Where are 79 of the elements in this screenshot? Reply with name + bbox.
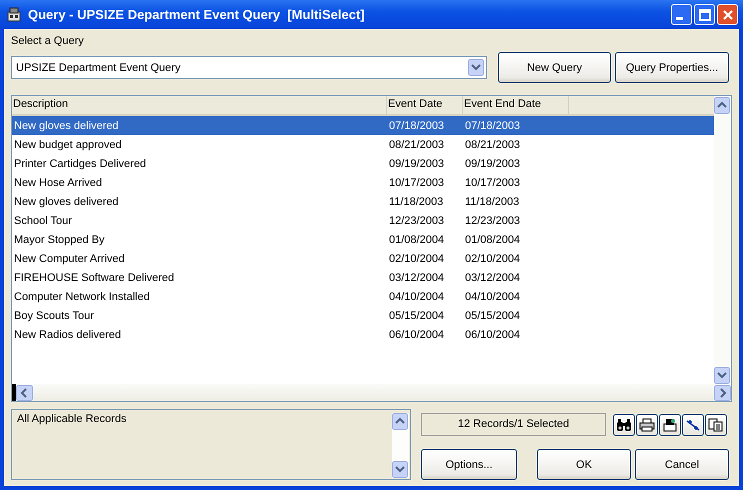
table-cell-text: 09/19/2003 bbox=[464, 158, 522, 170]
query-properties-button[interactable]: Query Properties... bbox=[615, 52, 729, 83]
table-cell-text: FIREHOUSE Software Delivered bbox=[13, 272, 176, 284]
column-header[interactable]: Event End Date bbox=[463, 96, 569, 114]
table-row[interactable]: Computer Network Installed 04/10/2004 04/10/2004 bbox=[12, 287, 714, 306]
field-label: Select a Query bbox=[11, 35, 85, 49]
table-row[interactable]: Mayor Stopped By 01/08/2004 01/08/2004 bbox=[12, 230, 714, 249]
table-cell-text: 02/10/2004 bbox=[464, 252, 522, 264]
table-cell-text: 09/19/2003 bbox=[388, 158, 446, 170]
table-cell-text: 08/21/2003 bbox=[388, 138, 446, 150]
table-cell-text: 03/12/2004 bbox=[464, 272, 522, 284]
close-button[interactable] bbox=[717, 4, 738, 25]
table-cell-text: 10/17/2003 bbox=[388, 176, 446, 188]
vertical-scrollbar[interactable] bbox=[714, 96, 731, 384]
table-cell-text: 06/10/2004 bbox=[388, 328, 446, 340]
table-cell-text: 12/23/2003 bbox=[464, 214, 522, 226]
record-count-status: 12 Records/1 Selected bbox=[421, 413, 606, 436]
query-dropdown[interactable]: UPSIZE Department Event Query bbox=[11, 56, 487, 79]
table-cell-text: 04/10/2004 bbox=[388, 290, 446, 302]
scroll-left-icon[interactable] bbox=[16, 384, 33, 400]
table-cell-text: 06/10/2004 bbox=[464, 328, 522, 340]
table-cell-text: New gloves delivered bbox=[13, 120, 120, 132]
table-cell-text: Mayor Stopped By bbox=[13, 234, 106, 246]
table-cell-text: New budget approved bbox=[13, 138, 123, 150]
table-row[interactable]: New budget approved 08/21/2003 08/21/2003 bbox=[12, 135, 714, 154]
copy-icon[interactable] bbox=[705, 414, 727, 436]
horizontal-scrollbar[interactable] bbox=[12, 384, 731, 401]
printer-icon[interactable] bbox=[636, 414, 658, 436]
table-cell-text: New Hose Arrived bbox=[13, 176, 104, 188]
table-cell-text: 03/12/2004 bbox=[388, 272, 446, 284]
table-cell-text: 05/15/2004 bbox=[464, 310, 522, 322]
binoculars-icon[interactable] bbox=[613, 414, 635, 436]
table-cell-text: New Computer Arrived bbox=[13, 252, 126, 264]
table-cell-text: Boy Scouts Tour bbox=[13, 310, 95, 322]
column-header[interactable]: Event Date bbox=[387, 96, 463, 114]
column-header[interactable]: Description bbox=[12, 96, 387, 114]
options-button[interactable]: Options... bbox=[421, 449, 517, 480]
table-row[interactable]: Boy Scouts Tour 05/15/2004 05/15/2004 bbox=[12, 306, 714, 325]
maximize-button[interactable] bbox=[694, 4, 715, 25]
minimize-button[interactable] bbox=[671, 4, 692, 25]
table-cell-text: New gloves delivered bbox=[13, 196, 120, 208]
cancel-button[interactable]: Cancel bbox=[635, 449, 729, 480]
scroll-up-icon[interactable] bbox=[392, 413, 408, 430]
new-query-button[interactable]: New Query bbox=[498, 52, 611, 83]
table-cell-text: New Radios delivered bbox=[13, 328, 122, 340]
table-row[interactable]: New Computer Arrived 02/10/2004 02/10/2004 bbox=[12, 249, 714, 268]
table-row[interactable]: New gloves delivered 11/18/2003 11/18/2003 bbox=[12, 192, 714, 211]
table-cell-text: 07/18/2003 bbox=[464, 120, 522, 132]
table-row[interactable]: School Tour 12/23/2003 12/23/2003 bbox=[12, 211, 714, 230]
app-icon bbox=[6, 6, 22, 22]
table-cell-text: 08/21/2003 bbox=[464, 138, 522, 150]
scroll-down-icon[interactable] bbox=[392, 461, 408, 478]
filter-text-box[interactable]: All Applicable Records bbox=[11, 409, 411, 480]
table-cell-text: 11/18/2003 bbox=[388, 196, 444, 208]
window-title: Query - UPSIZE Department Event Query [MultiSelect] bbox=[28, 7, 366, 22]
table-cell-text: 11/18/2003 bbox=[464, 196, 520, 208]
table-row[interactable]: New Radios delivered 06/10/2004 06/10/2004 bbox=[12, 325, 714, 344]
minimize-icon bbox=[676, 17, 682, 20]
table-cell-text: 10/17/2003 bbox=[464, 176, 522, 188]
scroll-up-icon[interactable] bbox=[714, 97, 730, 114]
table-row[interactable]: New gloves delivered 07/18/2003 07/18/2003 bbox=[12, 116, 714, 135]
scroll-right-icon[interactable] bbox=[714, 384, 731, 400]
table-row[interactable]: New Hose Arrived 10/17/2003 10/17/2003 bbox=[12, 173, 714, 192]
ok-button[interactable]: OK bbox=[537, 449, 631, 480]
table-cell-text: 04/10/2004 bbox=[464, 290, 522, 302]
table-cell-text: 02/10/2004 bbox=[388, 252, 446, 264]
table-cell-text: Printer Cartidges Delivered bbox=[13, 158, 148, 170]
table-cell-text: 12/23/2003 bbox=[388, 214, 446, 226]
close-icon bbox=[722, 8, 734, 20]
maximize-icon bbox=[698, 8, 710, 20]
table-row[interactable]: Printer Cartidges Delivered 09/19/2003 09/19/2003 bbox=[12, 154, 714, 173]
scroll-down-icon[interactable] bbox=[714, 367, 730, 384]
table-row[interactable]: FIREHOUSE Software Delivered 03/12/2004 03/12/2004 bbox=[12, 268, 714, 287]
table-cell-text: 05/15/2004 bbox=[388, 310, 446, 322]
table-cell-text: School Tour bbox=[13, 214, 73, 226]
table-cell-text: Computer Network Installed bbox=[13, 290, 151, 302]
table-cell-text: 01/08/2004 bbox=[388, 234, 446, 246]
table-cell-text: 01/08/2004 bbox=[464, 234, 522, 246]
table-cell-text: 07/18/2003 bbox=[388, 120, 446, 132]
